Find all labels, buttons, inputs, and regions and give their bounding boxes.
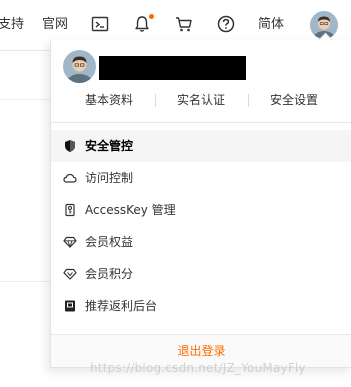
shield-icon [63,139,77,153]
help-icon[interactable] [217,15,235,37]
support-link[interactable]: 支持 [0,17,24,33]
menu-item-security-control[interactable]: 安全管控 [51,130,351,162]
account-dropdown: 基本资料 实名认证 安全设置 安全管控 访问控制 AccessKey 管理 会员… [50,40,351,368]
key-icon [63,203,77,217]
basic-info-link[interactable]: 基本资料 [85,92,133,108]
real-name-auth-link[interactable]: 实名认证 [177,92,225,108]
link-separator [248,94,249,107]
menu-item-label: 会员积分 [85,267,134,281]
username-redacted [99,56,246,80]
bell-icon[interactable] [134,15,150,37]
diamond-outline-icon [63,267,77,281]
menu-item-label: 推荐返利后台 [85,299,158,313]
language-switch[interactable]: 简体 [258,17,284,33]
terminal-icon[interactable] [91,15,109,37]
menu-item-label: 访问控制 [85,171,134,185]
card-icon [63,299,77,313]
cloud-icon [63,171,77,185]
divider [0,99,50,100]
menu-item-member-points[interactable]: 会员积分 [51,258,351,290]
official-site-link[interactable]: 官网 [42,17,68,33]
menu-item-label: 安全管控 [85,139,134,153]
menu-item-accesskey[interactable]: AccessKey 管理 [51,194,351,226]
menu-item-referral-backend[interactable]: 推荐返利后台 [51,290,351,322]
menu-item-member-benefits[interactable]: 会员权益 [51,226,351,258]
diamond-icon [63,235,77,249]
notification-dot [149,14,154,19]
link-separator [155,94,156,107]
profile-avatar[interactable] [63,50,96,83]
divider [0,281,50,282]
menu-item-label: 会员权益 [85,235,134,249]
menu-item-access-control[interactable]: 访问控制 [51,162,351,194]
profile-links: 基本资料 实名认证 安全设置 [51,92,351,112]
cart-icon[interactable] [175,16,193,37]
watermark: https://blog.csdn.net/JZ_YouMayFly [90,361,306,375]
divider [51,122,351,123]
menu-item-label: AccessKey 管理 [85,203,176,217]
security-settings-link[interactable]: 安全设置 [270,92,318,108]
